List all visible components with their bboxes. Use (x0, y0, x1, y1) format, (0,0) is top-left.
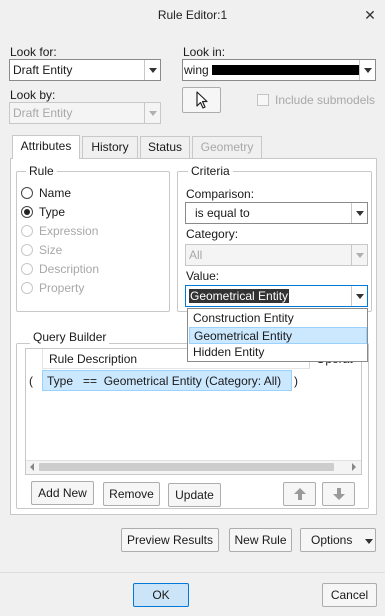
category-label: Category: (186, 227, 239, 241)
tab-status[interactable]: Status (140, 136, 190, 158)
cancel-button[interactable]: Cancel (322, 583, 377, 607)
look-in-label: Look in: (183, 45, 226, 59)
tab-geometry: Geometry (192, 136, 262, 158)
scroll-right-icon[interactable] (352, 463, 356, 471)
ok-button[interactable]: OK (133, 583, 189, 607)
options-label: Options (311, 533, 353, 547)
look-in-select[interactable]: wing ████████████████████ (182, 59, 376, 81)
remove-button[interactable]: Remove (103, 482, 160, 506)
radio-description-label: Description (39, 262, 100, 276)
preview-results-button[interactable]: Preview Results (121, 528, 219, 552)
radio-type[interactable] (21, 206, 33, 218)
scroll-left-icon[interactable] (30, 463, 34, 471)
look-for-select[interactable]: Draft Entity (9, 59, 161, 81)
open-paren: ( (29, 374, 33, 388)
chevron-down-icon (365, 539, 373, 544)
category-value: All (189, 248, 203, 262)
query-builder-title: Query Builder (30, 330, 110, 344)
cursor-arrow-icon (196, 91, 208, 109)
value-select-value: Geometrical Entity (189, 289, 290, 303)
tab-attributes[interactable]: Attributes (12, 135, 80, 159)
value-label: Value: (186, 269, 220, 283)
window-title: Rule Editor:1 (157, 8, 228, 22)
arrow-up-icon (294, 488, 306, 500)
redaction-bar: ████████████████████ (212, 65, 360, 75)
move-down-button[interactable] (322, 482, 355, 506)
look-by-select: Draft Entity (9, 102, 161, 124)
radio-name-label[interactable]: Name (39, 186, 71, 200)
arrow-down-icon (333, 488, 345, 500)
radio-expression (21, 225, 33, 237)
comparison-select[interactable]: is equal to (185, 202, 368, 224)
rule-group-title: Rule (26, 164, 57, 178)
radio-property (21, 282, 33, 294)
chevron-down-icon[interactable] (351, 286, 367, 306)
chevron-down-icon[interactable] (351, 203, 367, 223)
look-in-value: wing (184, 63, 209, 77)
look-by-label: Look by: (10, 88, 56, 102)
chevron-down-icon (351, 245, 367, 265)
radio-size (21, 244, 33, 256)
close-paren: ) (294, 374, 298, 388)
chevron-down-icon (144, 103, 160, 123)
look-for-value: Draft Entity (13, 63, 73, 77)
radio-name[interactable] (21, 187, 33, 199)
radio-size-label: Size (39, 243, 63, 257)
comparison-value: is equal to (195, 206, 250, 220)
value-select[interactable]: Geometrical Entity (185, 285, 368, 307)
radio-description (21, 263, 33, 275)
comparison-label: Comparison: (186, 187, 255, 201)
radio-property-label: Property (39, 281, 85, 295)
include-submodels-label: Include submodels (275, 93, 376, 107)
move-up-button[interactable] (283, 482, 316, 506)
column-rule-description: Rule Description (49, 352, 138, 366)
look-for-label: Look for: (10, 45, 57, 59)
select-in-model-button[interactable] (182, 87, 221, 113)
dropdown-option-hidden-entity[interactable]: Hidden Entity (189, 344, 367, 361)
value-dropdown-list: Construction Entity Geometrical Entity H… (187, 308, 368, 362)
dropdown-option-geometrical-entity[interactable]: Geometrical Entity (189, 327, 367, 344)
tab-history[interactable]: History (82, 136, 138, 158)
chevron-down-icon[interactable] (144, 60, 160, 80)
dropdown-option-construction-entity[interactable]: Construction Entity (189, 310, 367, 327)
radio-type-label[interactable]: Type (39, 205, 65, 219)
add-new-button[interactable]: Add New (31, 481, 94, 505)
include-submodels-checkbox[interactable] (257, 94, 269, 106)
category-select: All (185, 244, 368, 266)
rule-description-cell: Type == Geometrical Entity (Category: Al… (47, 374, 282, 388)
options-button[interactable]: Options (300, 528, 376, 552)
criteria-group-title: Criteria (188, 164, 233, 178)
scroll-thumb[interactable] (39, 463, 334, 471)
close-icon[interactable]: ✕ (360, 5, 380, 25)
new-rule-button[interactable]: New Rule (229, 528, 292, 552)
chevron-down-icon[interactable] (359, 60, 375, 80)
radio-expression-label: Expression (39, 224, 99, 238)
look-by-value: Draft Entity (13, 106, 73, 120)
update-button[interactable]: Update (168, 483, 221, 507)
